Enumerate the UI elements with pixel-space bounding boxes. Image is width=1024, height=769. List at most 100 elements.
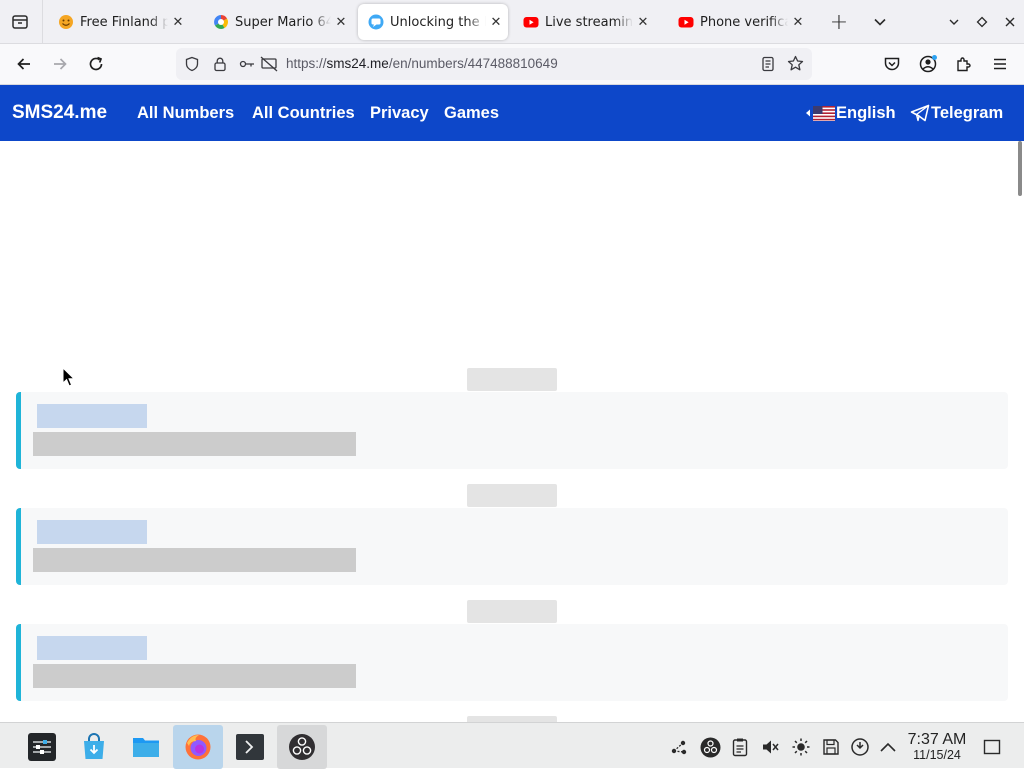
brightness-icon[interactable] <box>790 736 812 758</box>
close-icon <box>1005 17 1015 27</box>
address-bar[interactable]: https://sms24.me/en/numbers/447488810649 <box>176 48 812 80</box>
sender-placeholder <box>37 520 147 544</box>
url-path: /en/numbers/447488810649 <box>388 56 558 71</box>
minimize-window-button[interactable] <box>940 8 968 36</box>
caret-left-icon <box>806 109 810 117</box>
close-window-button[interactable] <box>996 8 1024 36</box>
account-icon <box>919 55 937 73</box>
page-scrollbar[interactable] <box>1016 141 1024 722</box>
site-logo[interactable]: SMS24.me <box>12 102 107 124</box>
system-taskbar: 7:37 AM 11/15/24 <box>0 722 1024 769</box>
network-icon[interactable] <box>668 736 690 758</box>
nav-all-numbers[interactable]: All Numbers <box>137 104 234 123</box>
new-tab-button[interactable]: + <box>825 8 853 36</box>
close-tab-icon[interactable]: ✕ <box>486 12 506 32</box>
tab-overview-button[interactable] <box>6 8 34 36</box>
sender-placeholder <box>37 636 147 660</box>
scrollbar-thumb[interactable] <box>1018 141 1022 196</box>
tab-phone-verification[interactable]: Phone verification ✕ <box>668 4 810 40</box>
tab-title: Super Mario 64 ROM <box>235 14 331 30</box>
chevron-down-icon <box>874 18 886 26</box>
taskbar-file-manager[interactable] <box>121 725 171 769</box>
back-button[interactable] <box>10 50 38 78</box>
nav-games[interactable]: Games <box>444 104 499 123</box>
tab-unlocking-the-power[interactable]: Unlocking the Power of ✕ <box>358 4 508 40</box>
system-settings-icon <box>28 733 56 761</box>
list-all-tabs-button[interactable] <box>866 8 894 36</box>
pocket-button[interactable] <box>878 50 906 78</box>
date-placeholder <box>467 368 557 391</box>
tab-title: Free Finland phone numbe <box>80 14 168 30</box>
shield-icon[interactable] <box>184 56 200 72</box>
language-label: English <box>836 103 896 122</box>
sender-placeholder <box>37 404 147 428</box>
message-text-placeholder <box>33 664 356 688</box>
tab-strip: Free Finland phone numbe ✕ Super Mario 6… <box>0 0 1024 44</box>
forward-button[interactable] <box>46 50 74 78</box>
show-desktop-button[interactable] <box>981 736 1003 758</box>
save-icon[interactable] <box>820 736 842 758</box>
date-placeholder <box>467 600 557 623</box>
close-tab-icon[interactable]: ✕ <box>633 12 653 32</box>
lock-icon[interactable] <box>212 56 228 72</box>
permissions-key-icon[interactable] <box>238 56 256 72</box>
taskbar-system-settings[interactable] <box>17 725 67 769</box>
close-tab-icon[interactable]: ✕ <box>331 12 351 32</box>
volume-muted-icon[interactable] <box>759 736 781 758</box>
bookmark-star-icon[interactable] <box>787 55 804 72</box>
tab-strip-divider <box>42 0 43 44</box>
taskbar-terminal[interactable] <box>225 725 275 769</box>
taskbar-firefox[interactable] <box>173 725 223 769</box>
tab-super-mario[interactable]: Super Mario 64 ROM ✕ <box>203 4 353 40</box>
date-placeholder <box>467 484 557 507</box>
clock-date: 11/15/24 <box>913 748 961 762</box>
mouse-cursor-icon <box>62 367 76 387</box>
close-tab-icon[interactable]: ✕ <box>168 12 188 32</box>
maximize-window-button[interactable] <box>968 8 996 36</box>
extensions-button[interactable] <box>950 50 978 78</box>
taskbar-app-store[interactable] <box>69 725 119 769</box>
clock-time: 7:37 AM <box>907 731 967 748</box>
youtube-icon <box>678 17 694 28</box>
taskbar-obs-studio[interactable] <box>277 725 327 769</box>
reload-icon <box>89 56 103 71</box>
app-store-icon <box>84 733 104 759</box>
url-text[interactable]: https://sms24.me/en/numbers/447488810649 <box>286 56 558 71</box>
account-button[interactable] <box>914 50 942 78</box>
terminal-icon <box>236 734 264 760</box>
youtube-icon <box>523 17 539 28</box>
tab-free-finland[interactable]: Free Finland phone numbe ✕ <box>48 4 190 40</box>
message-text-placeholder <box>33 432 356 456</box>
clock[interactable]: 7:37 AM 11/15/24 <box>903 731 971 763</box>
paper-plane-icon <box>910 104 930 122</box>
url-domain: sms24.me <box>326 56 389 71</box>
message-card-placeholder <box>16 392 1008 469</box>
telegram-label: Telegram <box>931 103 1004 122</box>
nav-privacy[interactable]: Privacy <box>370 104 429 123</box>
show-desktop-icon <box>983 739 1001 755</box>
tab-live-streaming[interactable]: Live streaming service ✕ <box>513 4 655 40</box>
reader-view-icon[interactable] <box>760 56 776 72</box>
maximize-icon <box>976 16 988 28</box>
firefox-icon <box>185 734 211 760</box>
us-flag-icon <box>813 105 835 121</box>
language-selector[interactable]: English <box>805 103 896 123</box>
clipboard-icon[interactable] <box>729 736 751 758</box>
reload-button[interactable] <box>82 50 110 78</box>
screen-sharing-blocked-icon[interactable] <box>260 56 278 72</box>
minimize-icon <box>949 19 959 25</box>
telegram-link[interactable]: Telegram <box>910 103 1003 123</box>
google-icon <box>214 15 228 29</box>
updates-icon[interactable] <box>849 736 871 758</box>
show-hidden-icon[interactable] <box>877 736 899 758</box>
site-header: SMS24.me All Numbers All Countries Priva… <box>0 85 1024 141</box>
navigation-toolbar: https://sms24.me/en/numbers/447488810649 <box>0 44 1024 85</box>
close-tab-icon[interactable]: ✕ <box>788 12 808 32</box>
puzzle-icon <box>957 57 971 72</box>
nav-all-countries[interactable]: All Countries <box>252 104 355 123</box>
messages-content <box>0 141 1016 722</box>
smiley-face-icon <box>59 15 73 29</box>
menu-button[interactable] <box>986 50 1014 78</box>
obs-tray-icon[interactable] <box>699 736 721 758</box>
message-card-placeholder <box>16 508 1008 585</box>
